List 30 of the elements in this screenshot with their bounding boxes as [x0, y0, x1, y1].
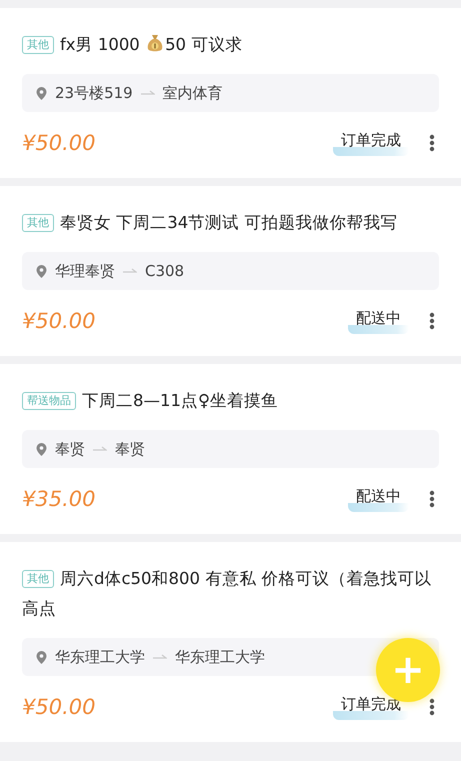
price-text: ¥50.00: [22, 131, 96, 155]
destination-text: C308: [145, 262, 184, 280]
more-icon[interactable]: [429, 490, 435, 508]
location-pin-icon: [36, 86, 47, 100]
destination-text: 奉贤: [115, 440, 145, 458]
category-tag: 其他: [22, 214, 54, 232]
location-pin-icon: [36, 442, 47, 456]
price-text: ¥50.00: [22, 695, 96, 719]
order-title: 其他 fx男 1000 50 可议求: [22, 30, 441, 60]
order-status: 配送中: [348, 486, 409, 512]
more-icon[interactable]: [429, 698, 435, 716]
destination-text: 室内体育: [162, 84, 223, 102]
order-title: 帮送物品 下周二8—11点♀坐着摸鱼: [22, 386, 441, 416]
origin-text: 华理奉贤: [55, 262, 115, 280]
origin-text: 23号楼519: [55, 84, 133, 102]
price-text: ¥35.00: [22, 487, 96, 511]
origin-text: 华东理工大学: [55, 648, 145, 666]
order-status: 订单完成: [333, 130, 409, 156]
order-title: 其他 周六d体c50和800 有意私 价格可议（着急找可以高点: [22, 568, 433, 620]
category-tag: 帮送物品: [22, 392, 76, 410]
price-text: ¥50.00: [22, 309, 96, 333]
location-pin-icon: [36, 264, 47, 278]
order-status: 配送中: [348, 308, 409, 334]
destination-text: 华东理工大学: [175, 648, 265, 666]
more-icon[interactable]: [429, 312, 435, 330]
order-title: 其他 奉贤女 下周二34节测试 可拍题我做你帮我写: [22, 208, 441, 238]
origin-text: 奉贤: [55, 440, 85, 458]
more-icon[interactable]: [429, 134, 435, 152]
category-tag: 其他: [22, 570, 54, 588]
category-tag: 其他: [22, 36, 54, 54]
